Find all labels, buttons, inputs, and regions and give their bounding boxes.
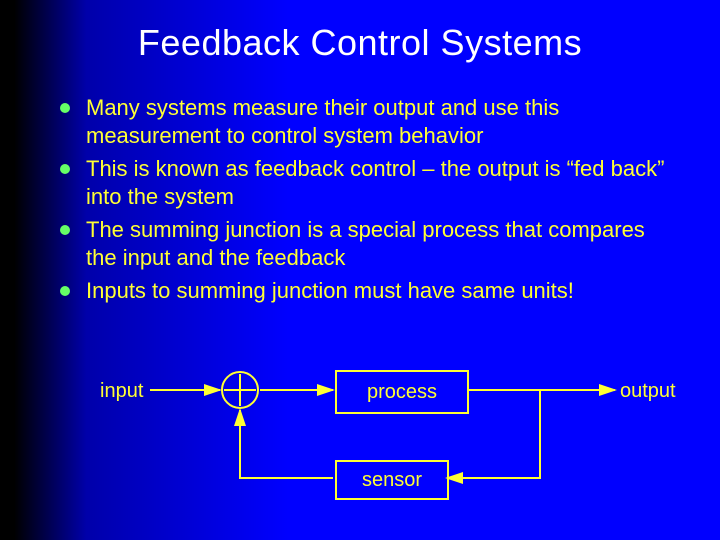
bullet-dot-icon (60, 164, 70, 174)
arrow-output-to-sensor (447, 390, 540, 478)
bullet-dot-icon (60, 286, 70, 296)
bullet-dot-icon (60, 225, 70, 235)
bullet-text: Many systems measure their output and us… (86, 94, 680, 149)
bullet-text: Inputs to summing junction must have sam… (86, 277, 574, 305)
list-item: Many systems measure their output and us… (60, 94, 680, 149)
bullet-text: The summing junction is a special proces… (86, 216, 680, 271)
list-item: The summing junction is a special proces… (60, 216, 680, 271)
diagram-svg (0, 350, 720, 530)
bullet-text: This is known as feedback control – the … (86, 155, 680, 210)
arrow-sensor-to-sum (240, 410, 333, 478)
bullet-dot-icon (60, 103, 70, 113)
slide-title: Feedback Control Systems (0, 0, 720, 74)
slide: Feedback Control Systems Many systems me… (0, 0, 720, 540)
summing-junction-icon (222, 372, 258, 408)
list-item: This is known as feedback control – the … (60, 155, 680, 210)
list-item: Inputs to summing junction must have sam… (60, 277, 680, 305)
bullet-list: Many systems measure their output and us… (60, 94, 680, 305)
feedback-diagram: input output process sensor (0, 350, 720, 530)
